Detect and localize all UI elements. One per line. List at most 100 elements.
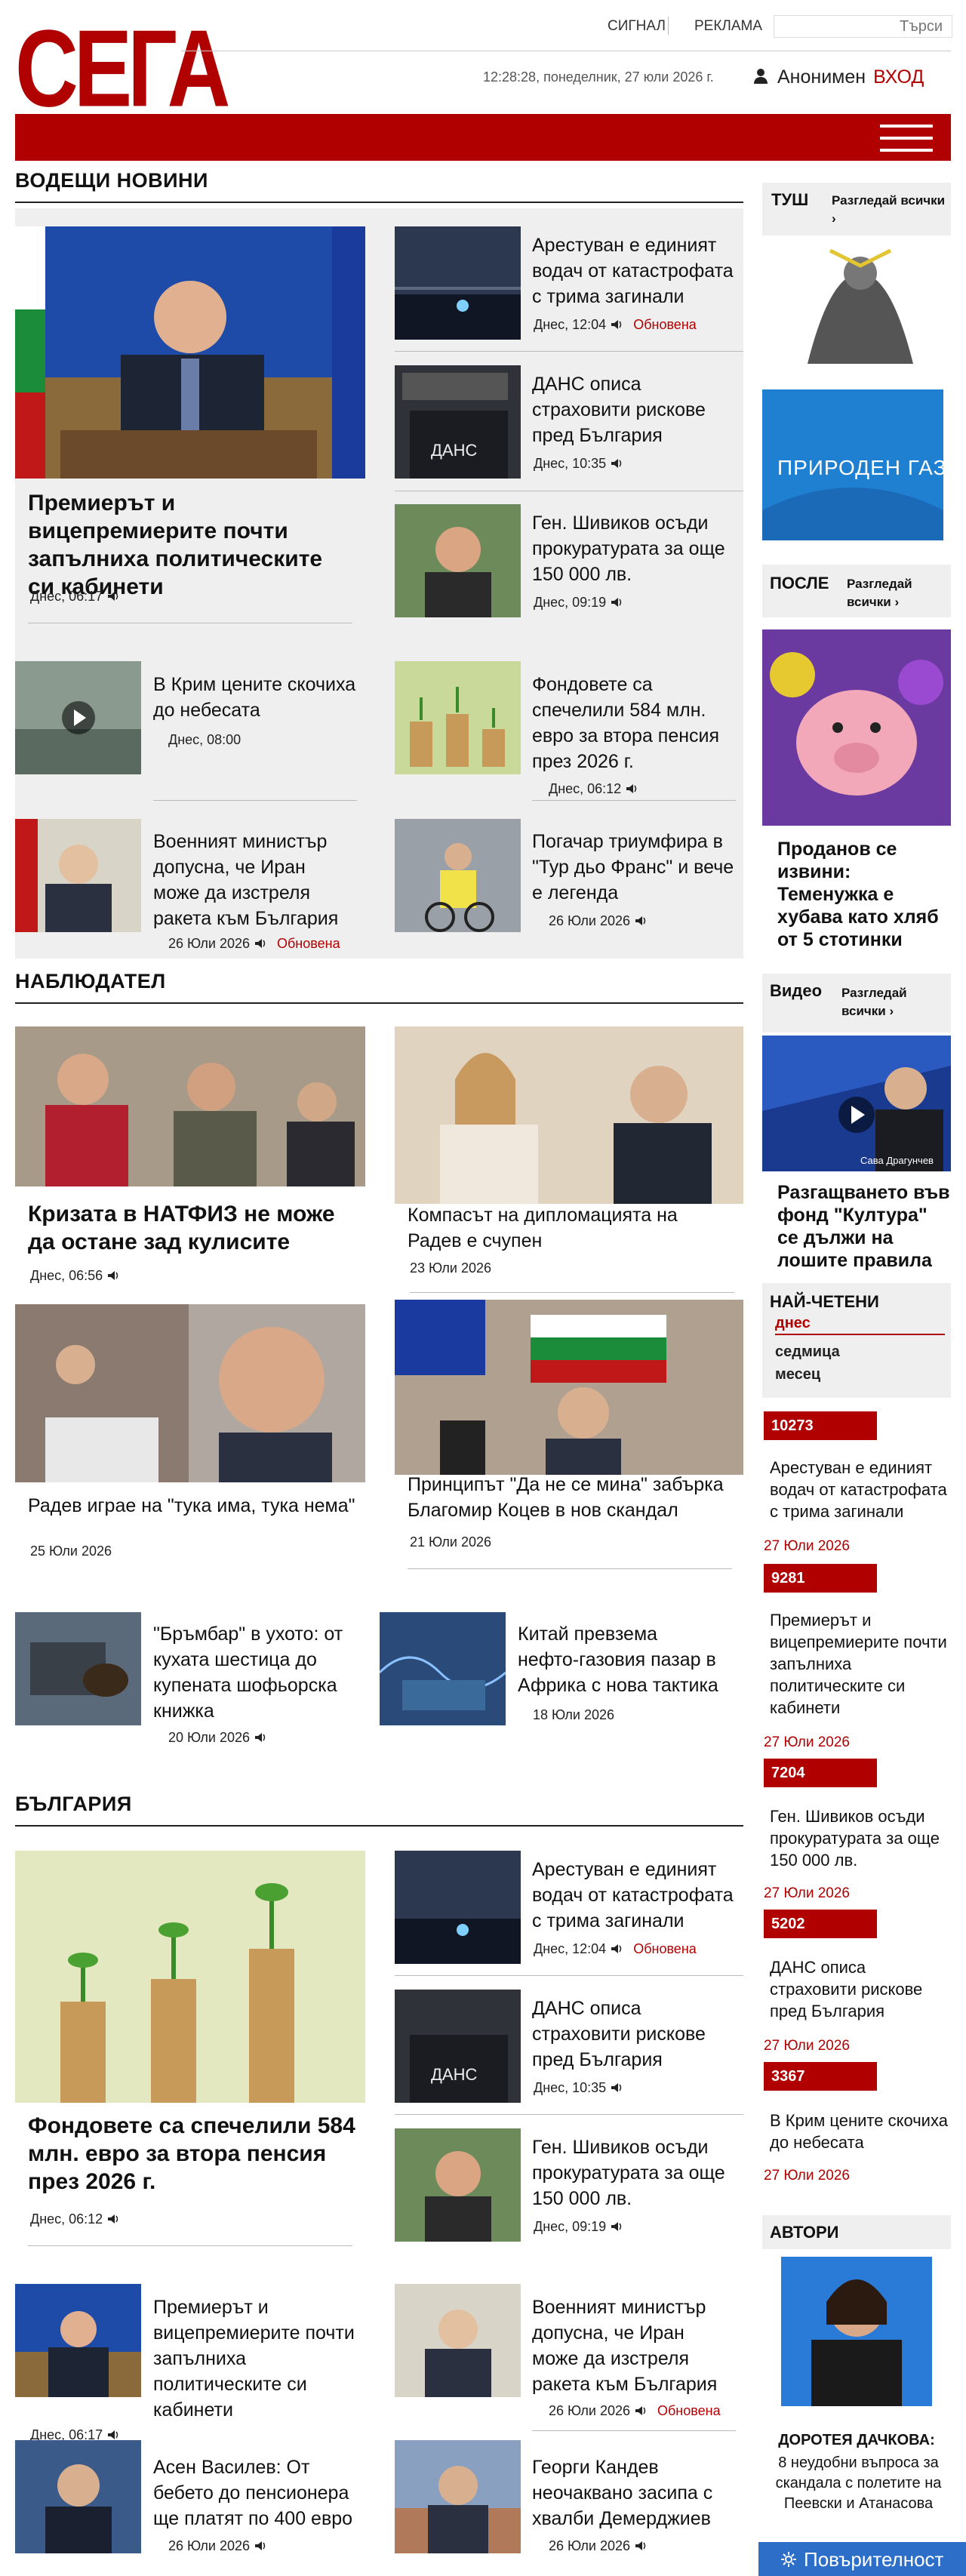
date: Днес, 12:04 xyxy=(534,317,607,332)
bulgaria-small-image-4[interactable] xyxy=(395,2440,521,2553)
lead-small-image-2[interactable] xyxy=(395,661,521,774)
tush-see-all-link[interactable]: Разгледай всички › xyxy=(832,192,949,228)
bulgaria-side-image-2[interactable]: ДАНС xyxy=(395,1990,521,2103)
observer-small-title-1[interactable]: "Бръмбар" в ухото: от кухата шестица до … xyxy=(153,1621,357,1724)
speaker-icon[interactable] xyxy=(611,2082,623,2093)
speaker-icon[interactable] xyxy=(254,1732,266,1743)
date: Днес, 08:00 xyxy=(168,732,242,747)
lead-side-title-2[interactable]: ДАНС описа страховити рискове пред Бълга… xyxy=(532,371,736,448)
bulgaria-small-title-1[interactable]: Премиерът и вицепремиерите почти запълни… xyxy=(153,2294,357,2423)
posle-header: ПОСЛЕ Разгледай всички › xyxy=(762,565,951,617)
most-read-title-4[interactable]: ДАНС описа страховити рискове пред Бълга… xyxy=(770,1956,951,2022)
date: Днес, 06:12 xyxy=(549,781,622,796)
most-read-title-5[interactable]: В Крим цените скочиха до небесата xyxy=(770,2110,951,2153)
divider xyxy=(410,1292,734,1293)
speaker-icon[interactable] xyxy=(611,2221,623,2232)
bulgaria-small-title-2[interactable]: Военният министър допусна, че Иран може … xyxy=(532,2294,736,2397)
bulgaria-side-title-1[interactable]: Арестуван е единият водач от катастрофат… xyxy=(532,1857,736,1934)
bulgaria-main-image[interactable] xyxy=(15,1851,365,2103)
advertising-link[interactable]: РЕКЛАМА xyxy=(694,18,762,35)
observer-title-3[interactable]: Радев играе на "тука има, тука нема" xyxy=(28,1493,360,1519)
observer-small-image-2[interactable] xyxy=(380,1612,506,1725)
lead-main-image[interactable] xyxy=(15,226,365,479)
lead-side-image-1[interactable] xyxy=(395,226,521,340)
speaker-icon[interactable] xyxy=(611,1944,623,1954)
most-read-date-5: 27 Юли 2026 xyxy=(764,2168,850,2184)
lead-side-title-1[interactable]: Арестуван е единият водач от катастрофат… xyxy=(532,232,736,309)
speaker-icon[interactable] xyxy=(107,2214,119,2224)
lead-small-title-3[interactable]: Военният министър допусна, че Иран може … xyxy=(153,829,357,931)
bulgaria-side-image-1[interactable] xyxy=(395,1851,521,1964)
observer-image-3[interactable] xyxy=(15,1304,365,1482)
bulgaria-side-image-3[interactable] xyxy=(395,2128,521,2242)
cartoon-image[interactable] xyxy=(762,235,951,371)
bulgaria-small-meta-4: 26 Юли 2026 xyxy=(549,2538,647,2554)
lead-side-image-3[interactable] xyxy=(395,504,521,617)
main-nav-bar xyxy=(15,114,951,161)
bulgaria-side-title-3[interactable]: Ген. Шивиков осъди прокуратурата за още … xyxy=(532,2134,736,2211)
lead-small-image-3[interactable] xyxy=(15,819,141,932)
speaker-icon[interactable] xyxy=(611,319,623,330)
posle-image[interactable] xyxy=(762,629,951,826)
signal-link[interactable]: СИГНАЛ xyxy=(608,18,666,35)
observer-image-1[interactable] xyxy=(15,1026,365,1186)
author-photo[interactable] xyxy=(781,2257,932,2406)
tab-week[interactable]: седмица xyxy=(775,1343,840,1361)
observer-small-title-2[interactable]: Китай превзема нефто-газовия пазар в Афр… xyxy=(518,1621,721,1698)
video-title[interactable]: Разгащването във фонд "Култура" се дължи… xyxy=(777,1181,951,1272)
bulgaria-small-image-3[interactable] xyxy=(15,2440,141,2553)
lead-side-title-3[interactable]: Ген. Шивиков осъди прокуратурата за още … xyxy=(532,510,736,587)
posle-title[interactable]: Проданов се извини: Теменужка е хубава к… xyxy=(777,838,951,951)
bulgaria-side-title-2[interactable]: ДАНС описа страховити рискове пред Бълга… xyxy=(532,1996,736,2073)
observer-title-2[interactable]: Компасът на дипломацията на Радев е счуп… xyxy=(408,1202,732,1254)
date: Днес, 06:17 xyxy=(30,589,103,604)
observer-image-4[interactable] xyxy=(395,1300,743,1475)
observer-title-1[interactable]: Кризата в НАТФИЗ не може да остане зад к… xyxy=(28,1200,352,1256)
observer-image-2[interactable] xyxy=(395,1026,743,1204)
updated-badge: Обновена xyxy=(277,936,340,951)
speaker-icon[interactable] xyxy=(611,458,623,469)
bulgaria-main-meta: Днес, 06:12 xyxy=(30,2211,119,2227)
speaker-icon[interactable] xyxy=(107,1270,119,1281)
lead-small-title-4[interactable]: Погачар триумфира в "Тур дьо Франс" и ве… xyxy=(532,829,736,906)
updated-badge: Обновена xyxy=(633,1941,697,1956)
lead-small-image-1[interactable] xyxy=(15,661,141,774)
speaker-icon[interactable] xyxy=(107,2430,119,2440)
lead-small-title-1[interactable]: В Крим цените скочиха до небесата xyxy=(153,672,357,723)
speaker-icon[interactable] xyxy=(611,597,623,608)
speaker-icon[interactable] xyxy=(635,2541,647,2551)
most-read-title-1[interactable]: Арестуван е единият водач от катастрофат… xyxy=(770,1457,951,1522)
lead-main-title[interactable]: Премиерът и вицепремиерите почти запълни… xyxy=(28,489,352,601)
tab-today[interactable]: днес xyxy=(775,1315,945,1335)
login-link[interactable]: ВХОД xyxy=(873,66,924,88)
speaker-icon[interactable] xyxy=(635,916,647,926)
bulgaria-small-image-2[interactable] xyxy=(395,2284,521,2397)
lead-side-image-2[interactable]: ДАНС xyxy=(395,365,521,479)
video-see-all-link[interactable]: Разгледай всички › xyxy=(841,984,947,1020)
posle-see-all-link[interactable]: Разгледай всички › xyxy=(847,575,949,611)
speaker-icon[interactable] xyxy=(254,938,266,949)
speaker-icon[interactable] xyxy=(107,591,119,602)
speaker-icon[interactable] xyxy=(635,2405,647,2416)
author-article-title[interactable]: 8 неудобни въпроса за скандала с полетит… xyxy=(766,2453,951,2514)
speaker-icon[interactable] xyxy=(254,2541,266,2551)
bulgaria-small-title-3[interactable]: Асен Василев: От бебето до пенсионера ще… xyxy=(153,2454,357,2531)
tab-month[interactable]: месец xyxy=(775,1366,820,1383)
lead-small-title-2[interactable]: Фондовете са спечелили 584 млн. евро за … xyxy=(532,672,736,774)
speaker-icon[interactable] xyxy=(626,783,638,794)
lead-small-image-4[interactable] xyxy=(395,819,521,932)
privacy-button[interactable]: Повърителност xyxy=(758,2542,966,2576)
observer-small-image-1[interactable] xyxy=(15,1612,141,1725)
search-input[interactable] xyxy=(774,15,952,38)
bulgaria-small-title-4[interactable]: Георги Кандев неочаквано засипа с хвалби… xyxy=(532,2454,736,2531)
bulgaria-main-title[interactable]: Фондовете са спечелили 584 млн. евро за … xyxy=(28,2112,360,2196)
most-read-title-2[interactable]: Премиерът и вицепремиерите почти запълни… xyxy=(770,1609,951,1719)
lead-side-meta-2: Днес, 10:35 xyxy=(534,456,623,472)
observer-title-4[interactable]: Принципът "Да не се мина" забърка Благом… xyxy=(408,1472,740,1523)
bulgaria-small-image-1[interactable] xyxy=(15,2284,141,2397)
date: 18 Юли 2026 xyxy=(533,1707,614,1722)
author-name[interactable]: ДОРОТЕЯ ДАЧКОВА: xyxy=(762,2432,951,2449)
most-read-title-3[interactable]: Ген. Шивиков осъди прокуратурата за още … xyxy=(770,1805,951,1871)
menu-icon[interactable] xyxy=(880,125,933,152)
video-thumbnail[interactable] xyxy=(762,1036,951,1171)
